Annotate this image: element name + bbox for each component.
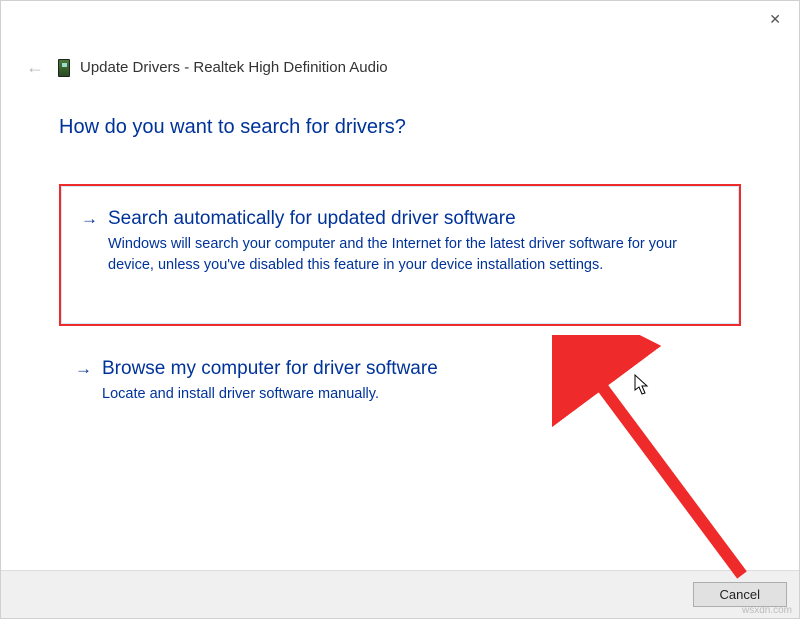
option-search-automatically[interactable]: → Search automatically for updated drive… bbox=[59, 184, 741, 326]
option-description: Windows will search your computer and th… bbox=[108, 234, 678, 276]
header-row: ← Update Drivers - Realtek High Definiti… bbox=[1, 31, 799, 88]
watermark-text: wsxdn.com bbox=[742, 605, 792, 616]
titlebar: ✕ bbox=[1, 1, 799, 31]
option-title: Browse my computer for driver software bbox=[102, 358, 438, 380]
option-head: → Search automatically for updated drive… bbox=[81, 208, 719, 230]
content-area: How do you want to search for drivers? →… bbox=[1, 88, 799, 427]
option-head: → Browse my computer for driver software bbox=[75, 358, 725, 380]
cancel-button[interactable]: Cancel bbox=[693, 582, 787, 607]
dialog-footer: Cancel bbox=[1, 570, 799, 618]
arrow-right-icon: → bbox=[75, 359, 92, 379]
arrow-right-icon: → bbox=[81, 209, 98, 229]
device-icon bbox=[58, 59, 70, 77]
option-browse-computer[interactable]: → Browse my computer for driver software… bbox=[59, 346, 741, 427]
prompt-heading: How do you want to search for drivers? bbox=[59, 116, 741, 139]
dialog-title: Update Drivers - Realtek High Definition… bbox=[80, 59, 388, 76]
option-title: Search automatically for updated driver … bbox=[108, 208, 516, 230]
back-arrow-icon[interactable]: ← bbox=[26, 57, 44, 78]
dialog-window: ✕ ← Update Drivers - Realtek High Defini… bbox=[0, 0, 800, 619]
option-description: Locate and install driver software manua… bbox=[102, 384, 672, 405]
close-icon[interactable]: ✕ bbox=[769, 11, 781, 28]
